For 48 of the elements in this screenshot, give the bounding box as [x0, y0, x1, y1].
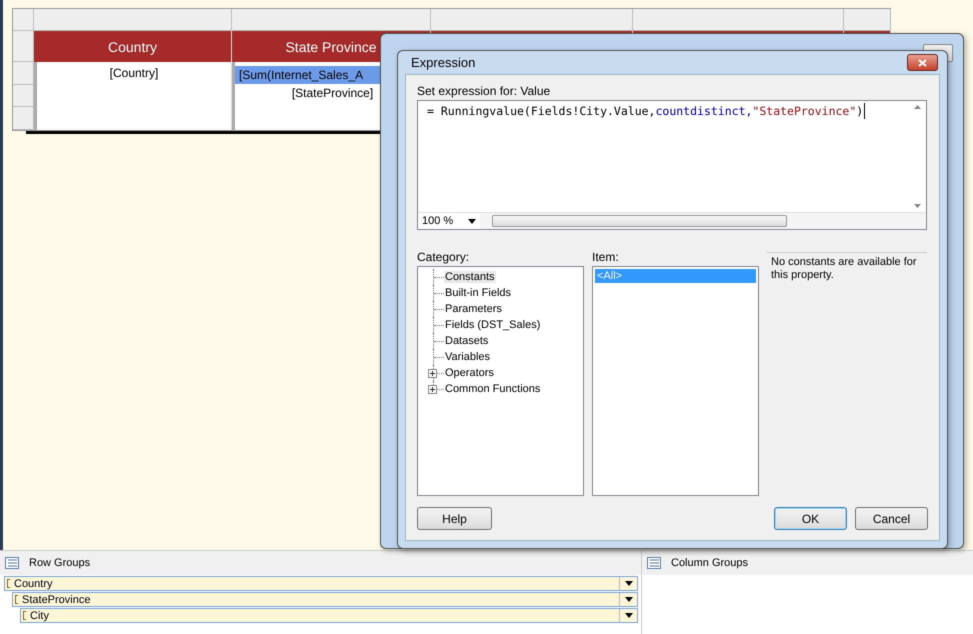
column-handle[interactable] [431, 9, 633, 31]
description-text: No constants are available for this property. [771, 256, 917, 282]
list-icon [647, 557, 661, 569]
expression-text: = Runningvalue(Fields!City.Value,countdistinct,"StateProvince") [426, 102, 866, 121]
corner-handle[interactable] [13, 9, 34, 31]
dropdown-arrow-icon[interactable] [624, 581, 632, 586]
table-cell: [Country] [34, 62, 232, 130]
row-groups-title: Row Groups [29, 557, 90, 569]
row-handle[interactable] [13, 31, 34, 62]
row-group-item[interactable]: Country [4, 576, 638, 591]
expand-icon[interactable] [428, 384, 437, 394]
item-label: Item: [592, 250, 620, 264]
category-item[interactable]: Parameters [444, 303, 503, 315]
row-handle[interactable] [13, 84, 34, 108]
dropdown-arrow-icon[interactable] [468, 218, 476, 224]
expression-label: Set expression for: Value [417, 84, 552, 98]
column-handle[interactable] [844, 9, 891, 31]
dropdown-arrow-icon[interactable] [624, 613, 632, 618]
row-group-item[interactable]: StateProvince [12, 592, 638, 607]
category-label: Category: [417, 250, 470, 264]
dialog-button[interactable]: OK [774, 507, 847, 530]
expression-editor[interactable]: = Runningvalue(Fields!City.Value,countdistinct,"StateProvince") 100 % [417, 100, 927, 230]
row-group-item[interactable]: City [20, 608, 638, 623]
expand-icon[interactable] [428, 368, 437, 378]
category-item[interactable]: Common Functions [444, 383, 542, 395]
category-item[interactable]: Datasets [444, 335, 490, 347]
column-handle[interactable] [633, 9, 844, 31]
column-handle[interactable] [232, 9, 431, 31]
scroll-down-icon[interactable] [914, 204, 921, 208]
category-item[interactable]: Built-in Fields [444, 287, 512, 299]
zoom-dropdown[interactable]: 100 % [418, 213, 480, 229]
category-item[interactable]: Constants [444, 271, 496, 283]
dialog-button[interactable]: Help [417, 507, 492, 530]
dialog-button[interactable]: Cancel [855, 507, 928, 530]
category-item[interactable]: Variables [444, 351, 492, 363]
category-item[interactable]: Fields (DST_Sales) [444, 319, 542, 331]
column-groups-title: Column Groups [671, 557, 748, 569]
scroll-up-icon[interactable] [914, 105, 921, 109]
row-handle[interactable] [13, 62, 34, 85]
category-item[interactable]: Operators [444, 367, 495, 379]
close-icon [918, 58, 927, 66]
row-handle[interactable] [13, 107, 34, 130]
close-button[interactable] [907, 54, 938, 71]
dropdown-arrow-icon[interactable] [624, 597, 632, 602]
column-header: Country [34, 31, 232, 62]
list-icon [5, 557, 19, 569]
horizontal-scrollbar[interactable] [480, 213, 926, 229]
column-handle[interactable] [34, 9, 232, 31]
